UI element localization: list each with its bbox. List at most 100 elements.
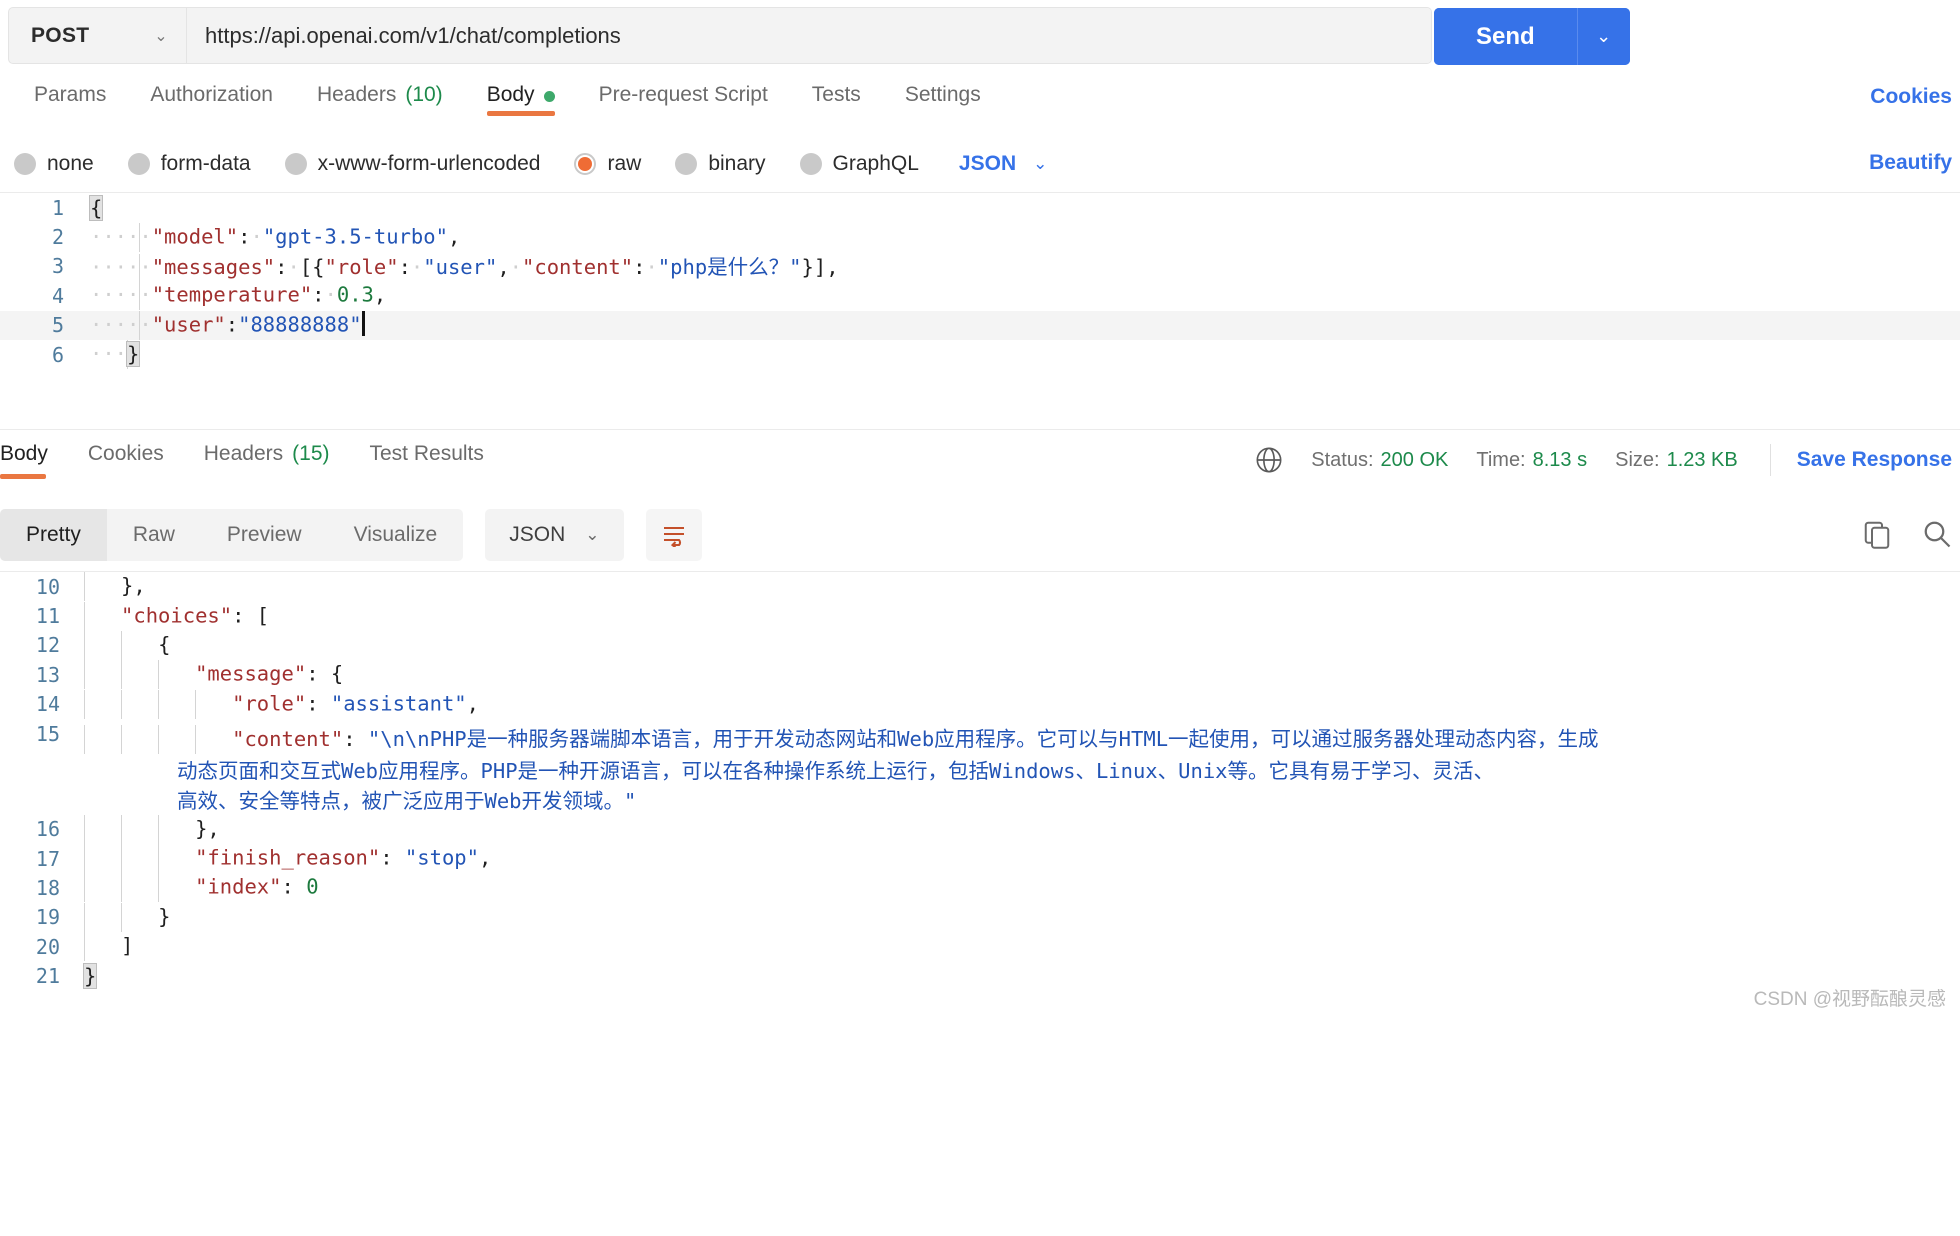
response-tab-headers[interactable]: Headers (15) xyxy=(184,430,350,488)
tab-label: Body xyxy=(486,83,535,106)
tab-authorization[interactable]: Authorization xyxy=(128,71,295,127)
brace-match: } xyxy=(126,340,141,367)
view-mode-visualize[interactable]: Visualize xyxy=(328,509,464,561)
divider xyxy=(1769,444,1771,476)
json-value-index: 0 xyxy=(306,874,319,899)
body-type-urlencoded[interactable]: x-www-form-urlencoded xyxy=(284,151,541,176)
radio-icon xyxy=(799,152,822,175)
search-icon[interactable] xyxy=(1922,519,1952,549)
line-number: 14 xyxy=(35,692,60,717)
line-number: 10 xyxy=(35,574,60,599)
body-type-label: raw xyxy=(607,151,642,175)
response-body-viewer[interactable]: 10 }, 11 "choices": [ 12 { 13 "message":… xyxy=(0,571,1960,1021)
body-type-label: x-www-form-urlencoded xyxy=(317,151,541,175)
size-label: Size: xyxy=(1615,448,1660,471)
line-number: 5 xyxy=(51,313,64,338)
line-number: 3 xyxy=(51,254,64,279)
line-number: 21 xyxy=(35,964,60,989)
response-format-selector[interactable]: JSON ⌄ xyxy=(485,509,624,561)
tab-label: Cookies xyxy=(87,442,164,465)
time-value: 8.13 s xyxy=(1532,448,1588,471)
response-meta: Status: 200 OK Time: 8.13 s Size: 1.23 K… xyxy=(1255,444,1952,476)
view-mode-pretty[interactable]: Pretty xyxy=(0,509,107,561)
body-type-binary[interactable]: binary xyxy=(675,151,766,176)
tab-headers[interactable]: Headers (10) xyxy=(295,71,465,127)
view-mode-label: Visualize xyxy=(353,523,438,546)
radio-icon xyxy=(14,152,36,175)
view-mode-label: Pretty xyxy=(26,523,81,546)
body-modified-dot-icon xyxy=(543,91,555,102)
tab-body[interactable]: Body xyxy=(465,71,577,127)
tab-label: Body xyxy=(0,442,48,465)
request-tab-bar: Params Authorization Headers (10) Body P… xyxy=(0,71,1960,135)
status-label: Status: xyxy=(1311,448,1374,471)
watermark: CSDN @视野酝酿灵感 xyxy=(1753,989,1946,1010)
active-tab-underline xyxy=(486,111,555,116)
radio-icon xyxy=(127,152,150,175)
body-type-raw[interactable]: raw xyxy=(574,152,641,176)
json-value-role: "assistant" xyxy=(330,691,467,716)
code-line-active: 5 ·····"user":"88888888" xyxy=(0,310,1960,340)
line-number: 17 xyxy=(35,846,60,871)
body-type-label: binary xyxy=(708,151,766,175)
beautify-link[interactable]: Beautify xyxy=(1869,151,1952,175)
cookies-link[interactable]: Cookies xyxy=(1870,85,1952,109)
line-number: 20 xyxy=(35,934,60,959)
json-key-index: "index" xyxy=(195,874,282,899)
time-label: Time: xyxy=(1476,448,1526,471)
code-line: 16 }, xyxy=(0,814,1960,844)
json-value-model: "gpt-3.5-turbo" xyxy=(262,224,448,249)
body-type-none[interactable]: none xyxy=(14,152,94,176)
tab-label: Test Results xyxy=(369,442,484,465)
response-tab-cookies[interactable]: Cookies xyxy=(68,430,184,488)
code-line: 18 "index": 0 xyxy=(0,873,1960,903)
body-type-label: GraphQL xyxy=(832,151,919,175)
code-line: 12 { xyxy=(0,630,1960,660)
body-type-graphql[interactable]: GraphQL xyxy=(799,151,919,176)
body-type-form-data[interactable]: form-data xyxy=(127,152,251,176)
line-number: 11 xyxy=(35,604,60,629)
status-value: 200 OK xyxy=(1380,448,1449,471)
response-view-toolbar: Pretty Raw Preview Visualize JSON ⌄ xyxy=(0,499,1960,571)
http-method-selector[interactable]: POST ⌄ xyxy=(9,8,187,63)
line-number: 16 xyxy=(35,817,60,842)
send-options-chevron-icon[interactable]: ⌄ xyxy=(1577,8,1630,65)
response-tab-test-results[interactable]: Test Results xyxy=(350,430,504,488)
save-response-button[interactable]: Save Response xyxy=(1797,448,1952,472)
send-button[interactable]: Send xyxy=(1434,8,1577,65)
raw-format-selector[interactable]: JSON ⌄ xyxy=(959,152,1047,176)
code-line: 14 "role": "assistant", xyxy=(0,689,1960,719)
response-tab-body[interactable]: Body xyxy=(0,430,68,488)
code-line: 1 { xyxy=(0,193,1960,222)
content-line-3: 高效、安全等特点，被广泛应用于Web开发领域。" xyxy=(177,789,637,814)
view-mode-label: Raw xyxy=(132,523,175,546)
code-line: 6 ···} xyxy=(0,340,1960,370)
body-type-row: none form-data x-www-form-urlencoded raw… xyxy=(0,135,1960,192)
json-value-finish-reason: "stop" xyxy=(404,845,479,870)
content-line-2: 动态页面和交互式Web应用程序。PHP是一种开源语言，可以在各种操作系统上运行，… xyxy=(177,759,1495,784)
headers-count: (15) xyxy=(292,442,330,465)
url-input[interactable] xyxy=(187,8,1431,63)
request-url-bar: POST ⌄ Send ⌄ xyxy=(0,0,1960,71)
tab-pre-request-script[interactable]: Pre-request Script xyxy=(577,71,790,127)
view-mode-raw[interactable]: Raw xyxy=(107,509,201,561)
tab-label: Headers xyxy=(316,83,397,106)
text-cursor xyxy=(361,311,365,337)
request-body-editor[interactable]: 1 { 2 ·····"model":·"gpt-3.5-turbo", 3 ·… xyxy=(0,192,1960,429)
tab-params[interactable]: Params xyxy=(12,71,128,127)
view-mode-preview[interactable]: Preview xyxy=(201,509,328,561)
copy-icon[interactable] xyxy=(1862,519,1892,549)
response-actions xyxy=(1862,519,1952,549)
url-input-group: POST ⌄ xyxy=(8,7,1432,64)
wrap-lines-button[interactable] xyxy=(645,509,702,561)
code-line: 21 } xyxy=(0,961,1960,990)
chevron-down-icon: ⌄ xyxy=(585,525,600,544)
brace-match: { xyxy=(88,194,104,221)
tab-settings[interactable]: Settings xyxy=(883,71,1003,127)
tab-tests[interactable]: Tests xyxy=(790,71,883,127)
code-line-content: 15 "content": "\n\nPHP是一种服务器端脚本语言，用于开发动态… xyxy=(0,719,1960,815)
json-value-content: "php是什么？" xyxy=(657,255,802,280)
chevron-down-icon: ⌄ xyxy=(154,27,168,45)
code-line: 17 "finish_reason": "stop", xyxy=(0,844,1960,874)
json-value-user: "88888888" xyxy=(238,312,362,337)
